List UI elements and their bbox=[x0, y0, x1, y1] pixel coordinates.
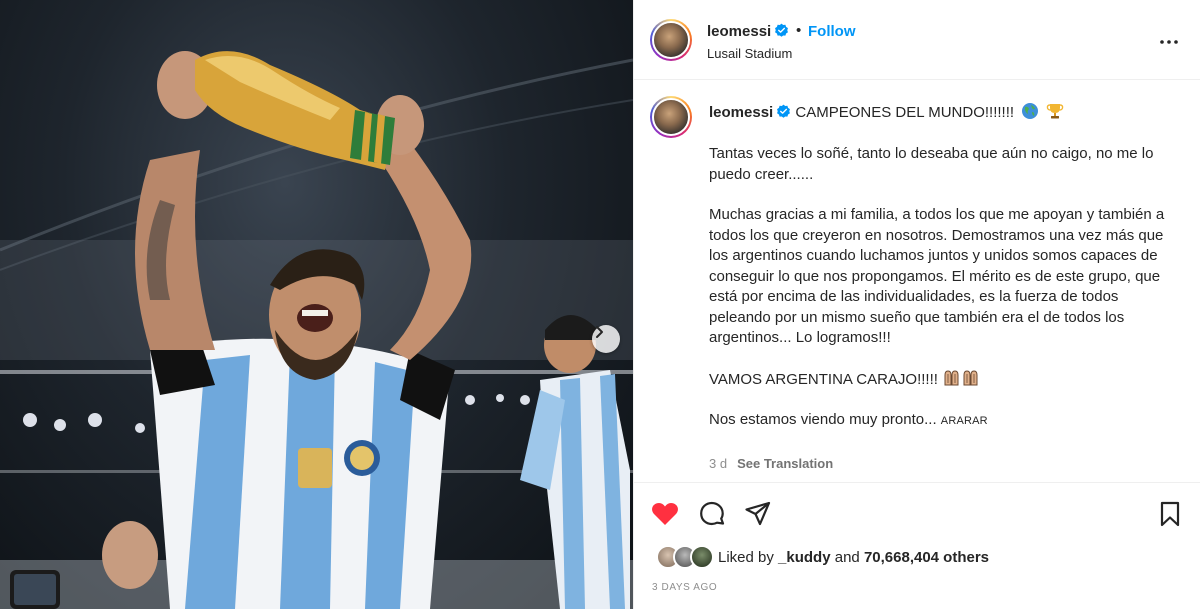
globe-emoji-icon bbox=[1021, 102, 1039, 126]
avatar bbox=[690, 545, 714, 569]
caption-headline: CAMPEONES DEL MUNDO!!!!!!! bbox=[795, 104, 1015, 121]
share-button[interactable] bbox=[743, 499, 773, 529]
share-icon bbox=[743, 501, 773, 533]
caption-headline-line: leomessi CAMPEONES DEL MUNDO!!!!!!! bbox=[709, 102, 1064, 126]
avatar[interactable] bbox=[650, 19, 692, 61]
liked-by-user[interactable]: _kuddy bbox=[778, 549, 831, 566]
post-photo[interactable] bbox=[0, 0, 633, 609]
post-location[interactable]: Lusail Stadium bbox=[707, 46, 792, 61]
caption-avatar[interactable] bbox=[650, 96, 692, 138]
post-header: leomessi • Follow Lusail Stadium bbox=[634, 0, 1200, 80]
verified-badge-icon bbox=[776, 104, 791, 125]
caption-section: leomessi CAMPEONES DEL MUNDO!!!!!!! Tant… bbox=[634, 80, 1200, 481]
post-actions: Liked by _kuddy and 70,668,404 others 3 … bbox=[634, 482, 1200, 602]
caption-closing: Nos estamos viendo muy pronto... ARARAR bbox=[709, 411, 988, 428]
caption-closing-small: ARARAR bbox=[940, 415, 988, 427]
likes-count[interactable]: 70,668,404 others bbox=[864, 549, 989, 566]
caption-meta: 3 d See Translation bbox=[709, 456, 833, 471]
save-button[interactable] bbox=[1155, 499, 1185, 529]
more-options-icon bbox=[1157, 40, 1181, 58]
see-translation-button[interactable]: See Translation bbox=[737, 456, 833, 471]
fist-bump-emoji-icon bbox=[942, 369, 982, 388]
trophy-emoji-icon bbox=[1046, 102, 1064, 126]
separator-dot: • bbox=[796, 22, 802, 39]
caption-body: Tantas veces lo soñé, tanto lo deseaba q… bbox=[709, 144, 1179, 432]
caption-username[interactable]: leomessi bbox=[709, 104, 773, 121]
photo-illustration bbox=[0, 51, 633, 609]
heart-icon bbox=[650, 503, 680, 533]
caption-paragraph-cheer: VAMOS ARGENTINA CARAJO!!!!! bbox=[709, 369, 1179, 391]
more-options-button[interactable] bbox=[1157, 30, 1181, 54]
follow-button[interactable]: Follow bbox=[808, 23, 856, 40]
post-username[interactable]: leomessi bbox=[707, 23, 789, 42]
post-timestamp[interactable]: 3 DAYS AGO bbox=[652, 582, 717, 593]
liked-by-text: Liked by _kuddy and 70,668,404 others bbox=[718, 549, 990, 566]
bookmark-icon bbox=[1155, 501, 1185, 533]
carousel-next-button[interactable] bbox=[592, 325, 620, 353]
caption-paragraph: Tantas veces lo soñé, tanto lo deseaba q… bbox=[709, 145, 1154, 183]
caption-age: 3 d bbox=[709, 456, 728, 471]
post-side-panel: leomessi • Follow Lusail Stadium leomess… bbox=[633, 0, 1200, 609]
like-button[interactable] bbox=[650, 499, 680, 529]
verified-badge-icon bbox=[774, 23, 789, 42]
comment-button[interactable] bbox=[697, 499, 727, 529]
caption-paragraph: Muchas gracias a mi familia, a todos los… bbox=[709, 206, 1165, 346]
comment-icon bbox=[697, 501, 727, 533]
liked-by-avatars[interactable] bbox=[656, 545, 716, 569]
